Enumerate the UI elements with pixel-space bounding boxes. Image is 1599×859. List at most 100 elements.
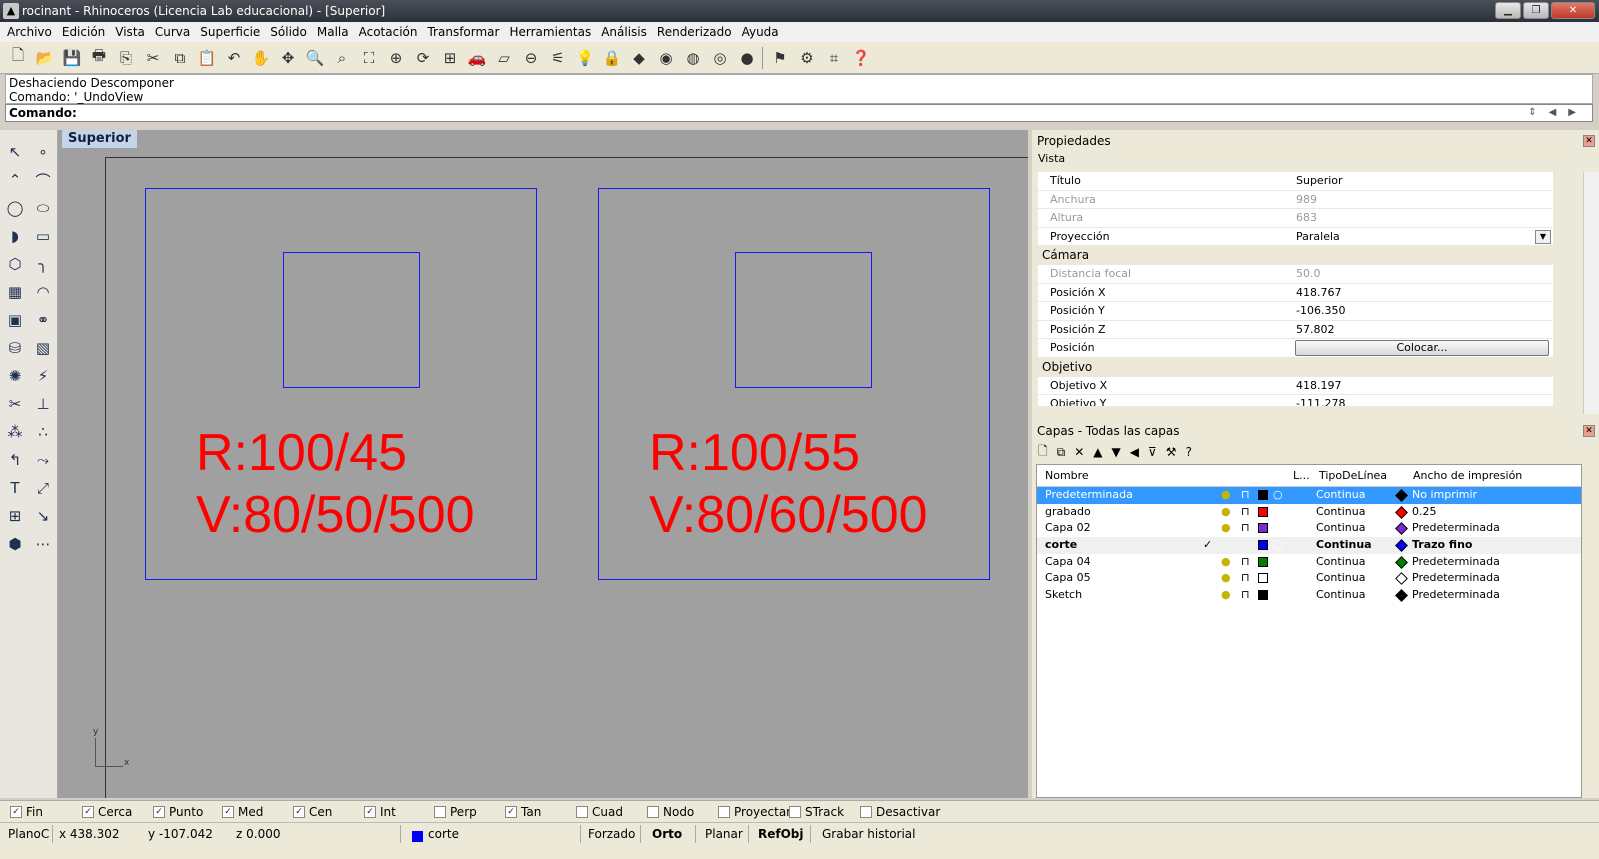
prop-row-objetivo-x[interactable]: Objetivo X 418.197 — [1038, 377, 1553, 396]
lightbulb-icon[interactable]: ● — [1221, 570, 1231, 586]
prop-value[interactable]: -111.278 — [1296, 395, 1345, 406]
prop-value[interactable]: Superior — [1296, 172, 1343, 190]
inner-square-1[interactable] — [283, 252, 420, 388]
move-up-icon[interactable]: ▲ — [1093, 445, 1102, 459]
delete-layer-icon[interactable]: ✕ — [1074, 445, 1084, 459]
fillet-edge-icon[interactable]: ↰ — [3, 448, 27, 472]
command-scroll-arrows[interactable]: ⇕◀▶ — [1528, 105, 1588, 121]
analyze-icon[interactable]: ⋯ — [31, 532, 55, 556]
osnap-cen[interactable]: ✓ Cen — [293, 805, 332, 819]
arc-icon[interactable]: ◗ — [3, 224, 27, 248]
unlock-icon[interactable]: ⊓ — [1241, 487, 1250, 503]
menu-superficie[interactable]: Superficie — [195, 22, 265, 42]
lightbulb-icon[interactable]: ● — [1221, 587, 1231, 603]
menu-transformar[interactable]: Transformar — [422, 22, 504, 42]
lightbulb-icon[interactable]: 💡 — [573, 45, 597, 71]
solid-tools-icon[interactable]: ⬢ — [3, 532, 27, 556]
layer-name[interactable]: grabado — [1045, 504, 1091, 520]
material-icon[interactable]: ○ — [1273, 570, 1283, 586]
prop-row-posicion-x[interactable]: Posición X 418.767 — [1038, 284, 1553, 303]
prop-row-titulo[interactable]: Título Superior — [1038, 172, 1553, 191]
cylinder-icon[interactable]: ⛁ — [3, 336, 27, 360]
lightbulb-icon[interactable]: ● — [1221, 554, 1231, 570]
osnap-perp[interactable]: Perp — [434, 805, 477, 819]
col-l[interactable]: L... — [1293, 465, 1310, 487]
place-button[interactable]: Colocar... — [1295, 340, 1549, 357]
layer-row[interactable]: Capa 04 ● ⊓ ○ Continua Predeterminada — [1037, 554, 1581, 571]
circle-icon[interactable]: ◯ — [3, 196, 27, 220]
print-color-icon[interactable] — [1395, 555, 1408, 569]
checkbox-icon[interactable]: ✓ — [82, 806, 94, 818]
new-sublayer-icon[interactable]: ⧉ — [1057, 445, 1066, 460]
osnap-strack[interactable]: STrack — [789, 805, 844, 819]
lightbulb-icon[interactable]: ● — [1221, 487, 1231, 503]
osnap-cuad[interactable]: Cuad — [576, 805, 623, 819]
orto-toggle[interactable]: Orto — [652, 827, 682, 841]
surface-revolve-icon[interactable]: ◠ — [31, 280, 55, 304]
layer-row[interactable]: Predeterminada ● ⊓ ○ Continua No imprimir — [1037, 487, 1581, 504]
layer-linetype[interactable]: Continua — [1316, 554, 1365, 570]
layer-printwidth[interactable]: 0.25 — [1412, 504, 1437, 520]
sphere-wire-icon[interactable]: ◍ — [681, 45, 705, 71]
material-icon[interactable]: ○ — [1273, 587, 1283, 603]
array-icon[interactable]: ⊞ — [3, 504, 27, 528]
rectangle-icon[interactable]: ▭ — [31, 224, 55, 248]
unlock-icon[interactable]: ⊓ — [1241, 554, 1250, 570]
layer-linetype[interactable]: Continua — [1316, 504, 1365, 520]
new-layer-icon[interactable]: 🗋 — [1038, 442, 1048, 463]
explode-icon[interactable]: ✺ — [3, 364, 27, 388]
prop-value[interactable]: 418.197 — [1296, 377, 1342, 395]
maximize-button[interactable]: ❐ — [1523, 2, 1549, 19]
material-icon[interactable]: ○ — [1273, 520, 1283, 536]
osnap-icon[interactable]: ⊖ — [519, 45, 543, 71]
viewport-superior[interactable]: Superior R:100/45 V:80/50/500 R:100/55 V… — [58, 130, 1028, 798]
layer-row[interactable]: Capa 05 ● ⊓ ○ Continua Predeterminada — [1037, 570, 1581, 587]
filter-icon[interactable]: ⊽ — [1148, 445, 1157, 459]
material-icon[interactable]: ○ — [1273, 537, 1283, 553]
layer-printwidth[interactable]: Predeterminada — [1412, 587, 1500, 603]
layer-linetype[interactable]: Continua — [1316, 570, 1365, 586]
layer-linetype[interactable]: Continua — [1316, 587, 1365, 603]
move-parent-icon[interactable]: ◀ — [1130, 445, 1139, 459]
options-gear-icon[interactable]: ⚙ — [795, 45, 819, 71]
prop-row-posicion-z[interactable]: Posición Z 57.802 — [1038, 321, 1553, 340]
prop-value[interactable]: -106.350 — [1296, 302, 1345, 320]
sphere-render-icon[interactable]: ● — [735, 45, 759, 71]
split-icon[interactable]: ⚡ — [31, 364, 55, 388]
osnap-proyectar[interactable]: Proyectar — [718, 805, 791, 819]
layer-printwidth[interactable]: Predeterminada — [1412, 570, 1500, 586]
projection-select[interactable]: Paralela — [1296, 228, 1340, 246]
properties-scrollbar[interactable] — [1583, 172, 1599, 414]
color-wheel-icon[interactable]: ◉ — [654, 45, 678, 71]
layer-color-swatch[interactable] — [1258, 590, 1268, 601]
checkbox-icon[interactable]: ✓ — [153, 806, 165, 818]
zoom-extents-icon[interactable]: ⛶ — [357, 45, 381, 71]
viewport-layout-icon[interactable]: ⊞ — [438, 45, 462, 71]
layer-name[interactable]: corte — [1045, 537, 1077, 553]
print-color-icon[interactable] — [1395, 572, 1408, 586]
close-button[interactable]: ✕ — [1551, 2, 1595, 19]
planar-toggle[interactable]: Planar — [705, 827, 743, 841]
layer-printwidth[interactable]: Trazo fino — [1412, 537, 1472, 553]
checkbox-icon[interactable] — [718, 806, 730, 818]
zoom-icon[interactable]: 🔍 — [303, 45, 327, 71]
unlock-icon[interactable]: ⊓ — [1241, 587, 1250, 603]
boolean-icon[interactable]: ⚭ — [31, 308, 55, 332]
layer-name[interactable]: Sketch — [1045, 587, 1082, 603]
layer-printwidth[interactable]: No imprimir — [1412, 487, 1477, 503]
checkbox-icon[interactable]: ✓ — [10, 806, 22, 818]
layer-row[interactable]: grabado ● ⊓ ○ Continua 0.25 — [1037, 504, 1581, 521]
checkbox-icon[interactable] — [789, 806, 801, 818]
layer-color-swatch[interactable] — [1258, 506, 1268, 517]
prop-row-proyeccion[interactable]: Proyección Paralela ▼ — [1038, 228, 1553, 247]
open-file-icon[interactable]: 📂 — [33, 45, 57, 71]
lock-icon[interactable]: 🔒 — [600, 45, 624, 71]
prop-value[interactable]: 57.802 — [1296, 321, 1335, 339]
surface-icon[interactable]: ▦ — [3, 280, 27, 304]
menu-archivo[interactable]: Archivo — [2, 22, 57, 42]
polyline-icon[interactable]: ⌃ — [3, 168, 27, 192]
checkbox-icon[interactable] — [576, 806, 588, 818]
select-filter-icon[interactable]: ⚟ — [546, 45, 570, 71]
layer-row[interactable]: Sketch ● ⊓ ○ Continua Predeterminada — [1037, 587, 1581, 604]
print-color-icon[interactable] — [1395, 505, 1408, 519]
